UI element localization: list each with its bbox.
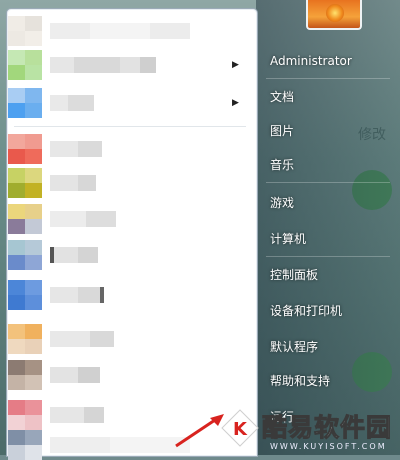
program-label-obscured (50, 331, 114, 347)
watermark: K 酷易软件园 WWW.KUYISOFT.COM (218, 404, 400, 455)
program-icon (8, 88, 42, 118)
program-icon (8, 50, 42, 80)
program-icon (8, 168, 42, 198)
program-item[interactable] (8, 360, 244, 390)
right-item-devices-printers[interactable]: 设备和打印机 (262, 298, 396, 324)
program-item[interactable] (8, 16, 244, 46)
watermark-url: WWW.KUYISOFT.COM (270, 442, 387, 451)
right-item-help-support[interactable]: 帮助和支持 (262, 368, 396, 394)
right-item-music[interactable]: 音乐 (262, 152, 396, 178)
right-item-games[interactable]: 游戏 (262, 190, 396, 216)
right-item-computer[interactable]: 计算机 (262, 226, 396, 252)
program-label-obscured (50, 57, 156, 73)
flower-icon (326, 4, 344, 22)
brand-logo-icon: K (221, 409, 259, 447)
right-item-default-programs[interactable]: 默认程序 (262, 334, 396, 360)
program-icon (8, 280, 42, 310)
program-label-obscured (50, 141, 102, 157)
right-pane-separator (266, 182, 390, 183)
program-item[interactable] (8, 134, 244, 164)
program-item[interactable] (8, 88, 244, 118)
program-icon (8, 324, 42, 354)
svg-text:K: K (233, 419, 248, 440)
start-menu: ▶ ▶ Administrator 文档 图片 音乐 游戏 计算机 控制面板 设… (0, 0, 400, 460)
program-item[interactable] (8, 324, 244, 354)
program-label-obscured (50, 437, 190, 453)
program-item[interactable] (8, 204, 244, 234)
program-icon (8, 240, 42, 270)
program-item[interactable] (8, 240, 244, 270)
right-item-control-panel[interactable]: 控制面板 (262, 262, 396, 288)
program-label-obscured (50, 23, 190, 39)
program-label-obscured (50, 175, 96, 191)
submenu-arrow-icon: ▶ (232, 98, 239, 108)
program-icon (8, 360, 42, 390)
right-item-documents[interactable]: 文档 (262, 84, 396, 110)
program-item[interactable] (8, 280, 244, 310)
program-label-obscured (50, 287, 104, 303)
submenu-arrow-icon: ▶ (232, 60, 239, 70)
program-icon (8, 16, 42, 46)
program-icon (8, 400, 42, 430)
program-item[interactable] (8, 50, 244, 80)
user-avatar[interactable] (306, 0, 362, 30)
program-icon (8, 134, 42, 164)
program-label-obscured (50, 407, 104, 423)
program-icon (8, 204, 42, 234)
program-label-obscured (50, 95, 94, 111)
program-item[interactable] (8, 168, 244, 198)
program-label-obscured (50, 247, 98, 263)
watermark-brand: 酷易软件园 (261, 413, 393, 443)
program-label-obscured (50, 211, 116, 227)
program-list-divider (14, 126, 246, 127)
program-icon (8, 430, 42, 460)
program-label-obscured (50, 367, 100, 383)
right-item-administrator[interactable]: Administrator (262, 48, 396, 74)
right-pane-separator (266, 78, 390, 79)
right-pane-separator (266, 256, 390, 257)
right-item-pictures[interactable]: 图片 (262, 118, 396, 144)
